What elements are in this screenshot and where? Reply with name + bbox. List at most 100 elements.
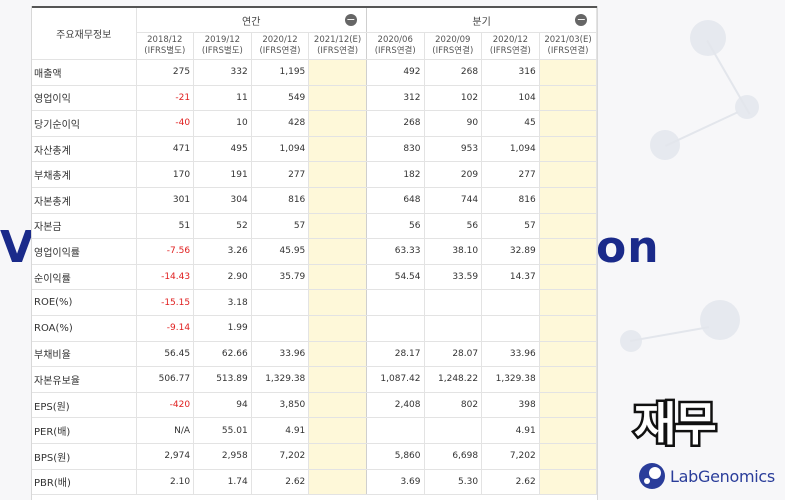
- table-cell: [424, 289, 483, 316]
- table-cell: 45.95: [251, 238, 310, 265]
- minus-circle-icon[interactable]: −: [344, 14, 357, 26]
- table-cell: [539, 469, 597, 496]
- table-cell: [308, 238, 367, 265]
- table-cell: 304: [193, 187, 252, 214]
- period-basis: (IFRS연결): [432, 46, 474, 56]
- table-cell: 277: [251, 161, 310, 188]
- table-cell: 332: [193, 59, 252, 86]
- table-cell: -420: [136, 392, 195, 419]
- table-cell: 6,698: [424, 443, 483, 470]
- table-cell: 398: [481, 392, 540, 419]
- table-row: 매출액 275 332 1,195 492 268 316: [32, 59, 597, 86]
- table-cell: 33.96: [481, 341, 540, 368]
- row-label: ROE(%): [32, 289, 137, 316]
- period-date: 2020/12: [492, 35, 529, 45]
- table-cell: 3.69: [366, 469, 425, 496]
- table-cell: [308, 161, 367, 188]
- table-cell: [539, 213, 597, 240]
- table-cell: 428: [251, 110, 310, 137]
- table-cell: -7.56: [136, 238, 195, 265]
- table-cell: 35.79: [251, 264, 310, 291]
- table-cell: 2,974: [136, 443, 195, 470]
- table-row: 부채총계 170 191 277 182 209 277: [32, 161, 597, 188]
- table-cell: 2,958: [193, 443, 252, 470]
- table-row: EPS(원) -420 94 3,850 2,408 802 398: [32, 392, 597, 419]
- table-cell: [308, 469, 367, 496]
- table-row: 영업이익률 -7.56 3.26 45.95 63.33 38.10 32.89: [32, 238, 597, 265]
- table-cell: 38.10: [424, 238, 483, 265]
- molecule-bond: [665, 111, 739, 147]
- table-cell: 3.26: [193, 238, 252, 265]
- period-header: 2020/12 (IFRS연결): [481, 32, 540, 60]
- table-row: 자본유보율 506.77 513.89 1,329.38 1,087.42 1,248.2…: [32, 366, 597, 393]
- table-cell: [539, 341, 597, 368]
- table-cell: [308, 110, 367, 137]
- row-label: 영업이익: [32, 85, 137, 112]
- table-cell: 57: [251, 213, 310, 240]
- table-row: 자본금 51 52 57 56 56 57: [32, 213, 597, 240]
- row-label: ROA(%): [32, 315, 137, 342]
- table-cell: -15.15: [136, 289, 195, 316]
- period-date: 2019/12: [204, 35, 241, 45]
- table-cell: [366, 417, 425, 444]
- table-cell: 2,408: [366, 392, 425, 419]
- table-cell: 45: [481, 110, 540, 137]
- table-row: 영업이익 -21 11 549 312 102 104: [32, 85, 597, 112]
- table-cell: 7,202: [251, 443, 310, 470]
- table-cell: 1.74: [193, 469, 252, 496]
- period-header: 2019/12 (IFRS별도): [193, 32, 252, 60]
- minus-circle-icon[interactable]: −: [575, 14, 588, 26]
- table-cell: 90: [424, 110, 483, 137]
- table-cell: 3,850: [251, 392, 310, 419]
- annual-group-header: 연간 −: [136, 8, 367, 33]
- table-cell: 648: [366, 187, 425, 214]
- period-date: 2018/12: [147, 35, 183, 45]
- period-date: 2020/12: [262, 35, 298, 45]
- table-row: 당기순이익 -40 10 428 268 90 45: [32, 110, 597, 137]
- labgenomics-logo-icon: [639, 463, 665, 489]
- table-cell: [308, 392, 367, 419]
- financial-table: 주요재무정보 연간 − 분기 − 2018/12 (IFRS별도) 2019/12(…: [32, 8, 597, 496]
- table-cell: [539, 392, 597, 419]
- table-cell: [251, 289, 310, 316]
- table-cell: 5.30: [424, 469, 483, 496]
- table-cell: 268: [424, 59, 483, 86]
- table-cell: 275: [136, 59, 195, 86]
- table-cell: 953: [424, 136, 483, 163]
- table-row: ROE(%) -15.15 3.18: [32, 289, 597, 316]
- table-cell: [308, 443, 367, 470]
- table-cell: -21: [136, 85, 195, 112]
- background-title-fragment: on: [596, 222, 660, 273]
- table-cell: 1,248.22: [424, 366, 483, 393]
- table-cell: 57: [481, 213, 540, 240]
- table-cell: [366, 315, 425, 342]
- table-cell: [308, 264, 367, 291]
- row-label: 부채비율: [32, 341, 137, 368]
- table-cell: 11: [193, 85, 252, 112]
- row-label: PER(배): [32, 417, 137, 444]
- finance-badge: 재무: [632, 395, 720, 454]
- table-cell: -14.43: [136, 264, 195, 291]
- table-cell: 316: [481, 59, 540, 86]
- financial-info-panel: 주요재무정보 연간 − 분기 − 2018/12 (IFRS별도) 2019/12(…: [31, 6, 598, 500]
- table-cell: 55.01: [193, 417, 252, 444]
- table-row: ROA(%) -9.14 1.99: [32, 315, 597, 342]
- table-row: 부채비율 56.45 62.66 33.96 28.17 28.07 33.96: [32, 341, 597, 368]
- table-cell: 312: [366, 85, 425, 112]
- molecule-node: [690, 20, 726, 56]
- table-cell: [539, 187, 597, 214]
- table-cell: 816: [481, 187, 540, 214]
- table-cell: 301: [136, 187, 195, 214]
- table-cell: 492: [366, 59, 425, 86]
- table-cell: [308, 289, 367, 316]
- table-cell: [539, 366, 597, 393]
- table-cell: 1.99: [193, 315, 252, 342]
- period-date: 2020/06: [377, 35, 413, 45]
- row-label: 자본금: [32, 213, 137, 240]
- table-cell: [308, 187, 367, 214]
- table-cell: [539, 59, 597, 86]
- period-basis: (IFRS연결): [374, 46, 416, 56]
- table-row: 자산총계 471 495 1,094 830 953 1,094: [32, 136, 597, 163]
- table-cell: 471: [136, 136, 195, 163]
- table-cell: [308, 85, 367, 112]
